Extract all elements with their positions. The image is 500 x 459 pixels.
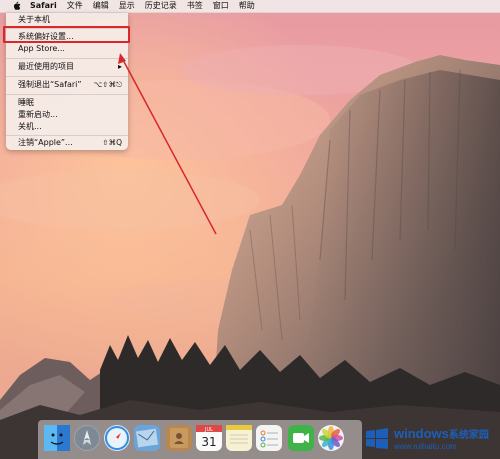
finder-icon[interactable] [44, 425, 70, 451]
contacts-icon[interactable] [166, 425, 192, 451]
launchpad-icon[interactable] [74, 425, 100, 451]
reminders-icon[interactable] [256, 425, 282, 451]
watermark-title-en: windows [394, 425, 449, 441]
calendar-icon[interactable]: JUL 31 [196, 425, 222, 451]
calendar-day: 31 [201, 435, 216, 449]
mail-icon[interactable] [134, 425, 160, 451]
safari-icon[interactable] [104, 425, 130, 451]
facetime-icon[interactable] [288, 425, 314, 451]
windows-logo-icon [366, 427, 388, 449]
calendar-month: JUL [204, 427, 213, 433]
notes-icon[interactable] [226, 425, 252, 451]
photos-icon[interactable] [318, 425, 344, 451]
watermark-title-cn: 系统家园 [448, 429, 489, 441]
site-watermark: windows系统家园 www.ruihaitu.com [350, 418, 500, 459]
watermark-url: www.ruihaitu.com [394, 441, 457, 451]
desktop: Safari 文件 编辑 显示 历史记录 书签 窗口 帮助 关于本机 系统偏好设… [0, 0, 500, 459]
watermark-title: windows系统家园 [394, 427, 489, 441]
annotation-arrow [118, 53, 217, 235]
